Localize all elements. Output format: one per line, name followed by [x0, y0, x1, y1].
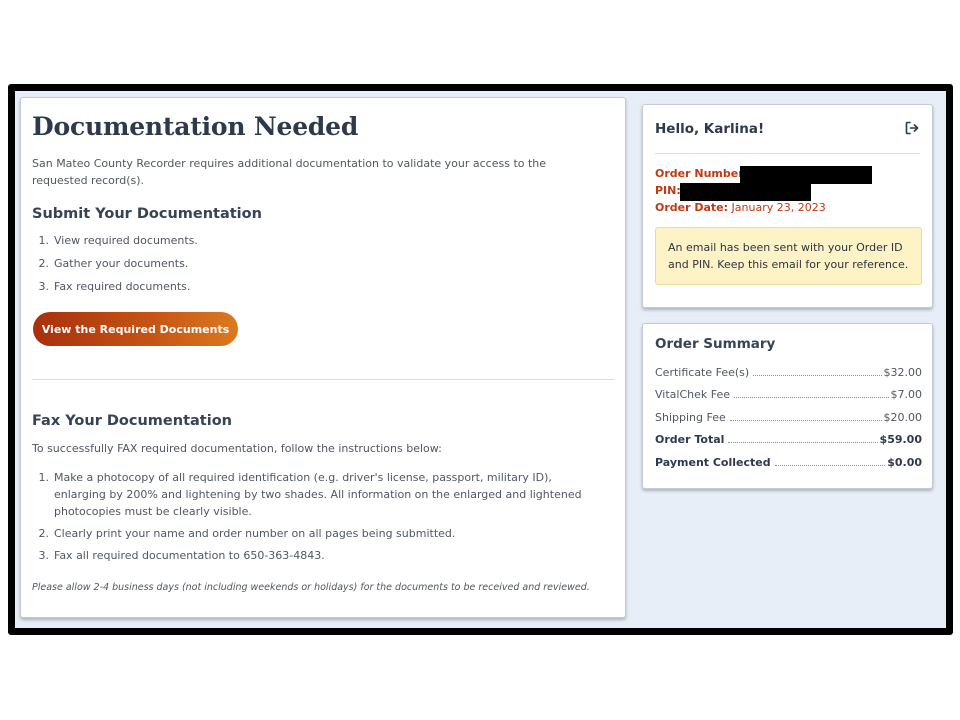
account-divider — [655, 153, 920, 154]
redacted-pin — [680, 183, 811, 201]
fee-row-order-total: Order Total $59.00 — [655, 433, 922, 446]
redacted-order-number — [740, 166, 872, 184]
list-item: 2. Clearly print your name and order num… — [38, 527, 456, 540]
page-title: Documentation Needed — [32, 112, 359, 141]
submit-heading: Submit Your Documentation — [32, 206, 262, 222]
list-item: 1. Make a photocopy of all required iden… — [38, 471, 582, 518]
order-date: Order Date: January 23, 2023 — [655, 201, 826, 214]
fax-heading: Fax Your Documentation — [32, 413, 232, 429]
dot-leader — [728, 442, 878, 443]
view-required-documents-button[interactable]: View the Required Documents — [33, 312, 238, 346]
fee-row-payment-collected: Payment Collected $0.00 — [655, 456, 922, 469]
section-divider — [32, 379, 614, 380]
sign-out-icon[interactable] — [904, 120, 920, 136]
fee-row-certificate: Certificate Fee(s) $32.00 — [655, 366, 922, 379]
list-item: 1. View required documents. — [38, 234, 198, 247]
fax-steps-list: 1. Make a photocopy of all required iden… — [32, 469, 602, 564]
order-summary-card: Order Summary Certificate Fee(s) $32.00 … — [642, 323, 933, 489]
list-item: 3. Fax all required documentation to 650… — [38, 549, 325, 562]
dot-leader — [734, 397, 889, 398]
email-sent-notice: An email has been sent with your Order I… — [655, 227, 922, 285]
documentation-card: Documentation Needed San Mateo County Re… — [20, 97, 626, 618]
order-summary-title: Order Summary — [655, 336, 776, 352]
list-item: 2. Gather your documents. — [38, 257, 189, 270]
fax-intro-text: To successfully FAX required documentati… — [32, 442, 442, 455]
greeting: Hello, Karlina! — [655, 121, 765, 137]
order-number: Order Number: — [655, 167, 749, 180]
processing-time-note: Please allow 2-4 business days (not incl… — [32, 582, 590, 593]
dot-leader — [729, 420, 882, 421]
fee-row-vitalchek: VitalChek Fee $7.00 — [655, 388, 922, 401]
account-card: Hello, Karlina! Order Number: PIN: Order… — [642, 104, 933, 308]
pin: PIN: — [655, 184, 681, 197]
fee-row-shipping: Shipping Fee $20.00 — [655, 411, 922, 424]
intro-text: San Mateo County Recorder requires addit… — [32, 157, 547, 187]
dot-leader — [753, 375, 882, 376]
dot-leader — [774, 465, 886, 466]
submit-steps-list: 1. View required documents. 2. Gather yo… — [32, 232, 602, 301]
list-item: 3. Fax required documents. — [38, 280, 191, 293]
